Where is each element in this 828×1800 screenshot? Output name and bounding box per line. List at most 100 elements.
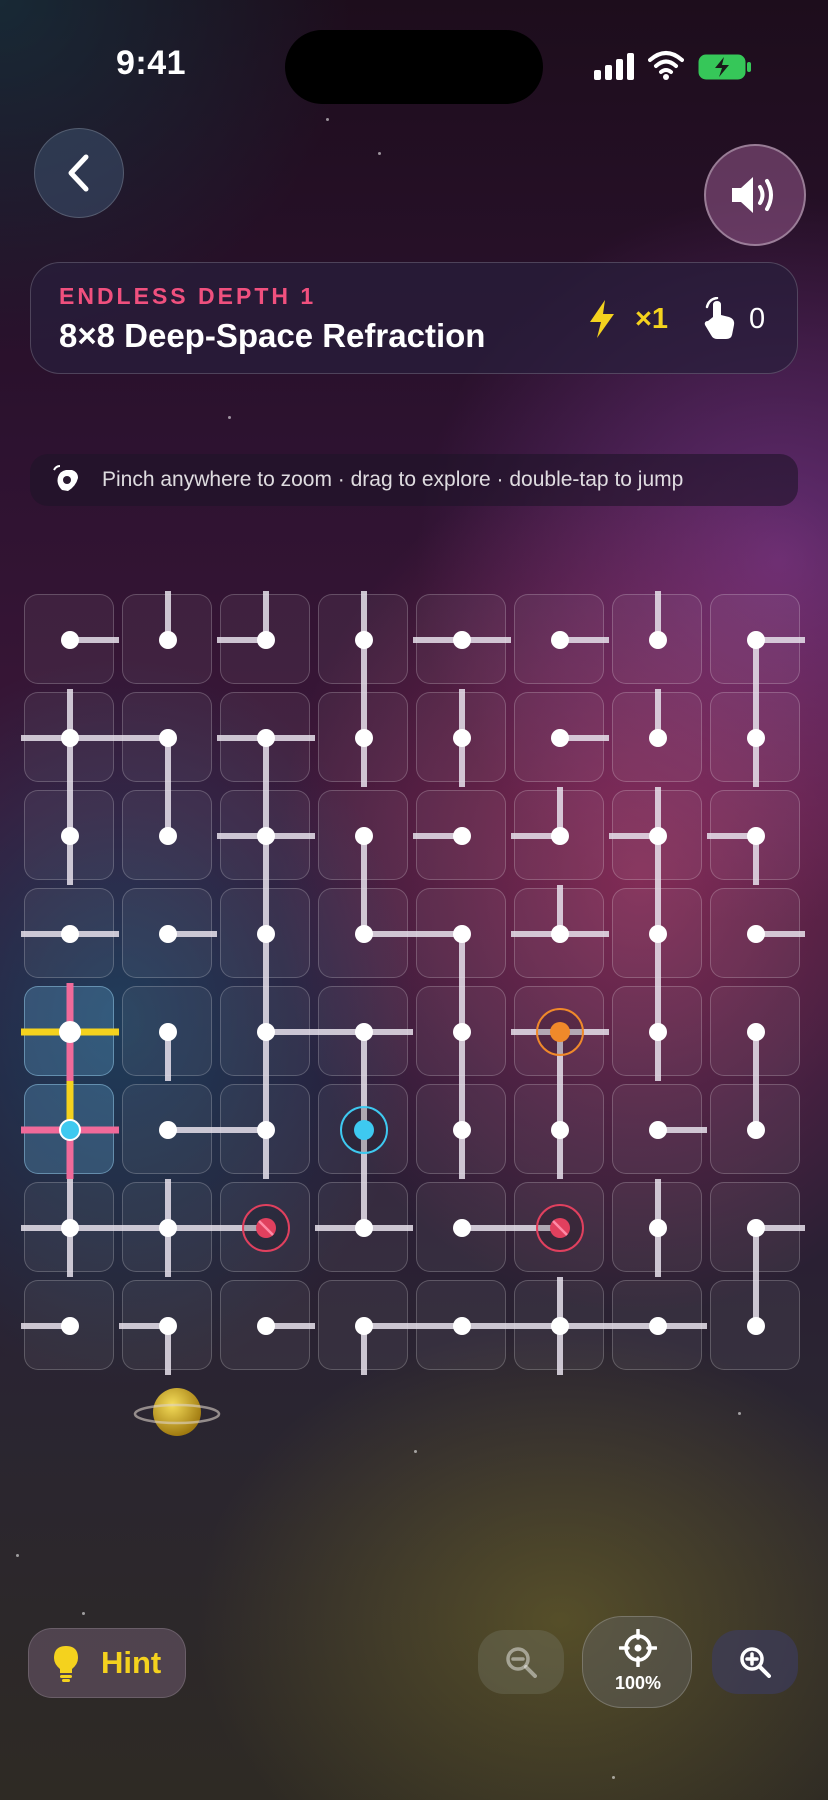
hint-button[interactable]: Hint: [28, 1628, 186, 1698]
pipe-tile[interactable]: [122, 888, 217, 978]
pipe-segments: [649, 983, 667, 1081]
pipe-segments: [747, 631, 805, 689]
pipe-tile[interactable]: [609, 1280, 707, 1370]
pipe-tile[interactable]: [318, 790, 408, 885]
zoom-in-button[interactable]: [712, 1630, 798, 1694]
pipe-tile[interactable]: [318, 689, 408, 787]
pipe-tile[interactable]: [413, 888, 506, 983]
pipe-tile[interactable]: [119, 1179, 217, 1277]
blocked-tile[interactable]: [217, 1182, 310, 1272]
pipe-segments: [21, 925, 119, 943]
pipe-segments: [453, 983, 471, 1081]
pipe-tile[interactable]: [220, 885, 310, 983]
pipe-tile[interactable]: [413, 790, 506, 880]
pipe-tile[interactable]: [612, 591, 702, 684]
star: [326, 118, 329, 121]
pipe-tile[interactable]: [21, 689, 119, 787]
pipe-tile[interactable]: [315, 1179, 413, 1272]
pipe-segments: [159, 787, 177, 845]
status-time: 9:41: [116, 44, 187, 82]
pipe-segments: [747, 1023, 765, 1081]
pipe-tile[interactable]: [416, 689, 506, 787]
pipe-tile[interactable]: [514, 692, 609, 782]
pipe-tile[interactable]: [612, 1084, 707, 1174]
pipe-tile[interactable]: [710, 1081, 800, 1174]
pipe-segments: [649, 689, 667, 747]
source-tile[interactable]: [511, 986, 609, 1081]
pipe-segments: [609, 1317, 707, 1335]
pipe-segments: [649, 591, 667, 649]
pipe-segments: [159, 1023, 177, 1081]
pipe-segments: [315, 1023, 413, 1081]
pipe-segments: [511, 1008, 609, 1081]
pipe-segments: [609, 787, 667, 885]
pipe-tile[interactable]: [122, 591, 212, 684]
pipe-tile[interactable]: [511, 1277, 609, 1375]
pipe-segments: [21, 983, 119, 1081]
pipe-tile[interactable]: [710, 986, 800, 1081]
pipe-segments: [355, 885, 413, 943]
pipe-segments: [551, 631, 609, 649]
pipe-segments: [707, 827, 765, 885]
source-tile[interactable]: [318, 1081, 408, 1179]
pipe-tile[interactable]: [217, 591, 310, 684]
pipe-tile[interactable]: [318, 885, 413, 978]
pipe-segments: [257, 1317, 315, 1335]
pipe-tile[interactable]: [119, 692, 212, 787]
pipe-tile[interactable]: [318, 1280, 413, 1375]
sound-toggle-button[interactable]: [704, 144, 806, 246]
pipe-tile[interactable]: [710, 594, 805, 689]
pipe-tile[interactable]: [514, 594, 609, 684]
pipe-tile[interactable]: [24, 594, 119, 684]
pipe-tile[interactable]: [21, 1179, 119, 1277]
blocked-tile[interactable]: [511, 1182, 604, 1272]
zoom-out-button[interactable]: [478, 1630, 564, 1694]
depth-label: ENDLESS DEPTH 1: [59, 283, 317, 309]
pipe-tile[interactable]: [710, 689, 800, 787]
pipe-tile[interactable]: [511, 885, 609, 978]
pipe-tile[interactable]: [217, 692, 315, 787]
pipe-tile[interactable]: [217, 787, 315, 885]
pipe-tile[interactable]: [612, 885, 702, 983]
pipe-tile[interactable]: [21, 983, 119, 1081]
pipe-tile[interactable]: [24, 787, 114, 885]
pipe-tile[interactable]: [612, 689, 702, 782]
pipe-tile[interactable]: [21, 1081, 119, 1179]
tap-hand-icon: [704, 297, 735, 339]
pipe-tile[interactable]: [612, 1179, 702, 1277]
pipe-tile[interactable]: [122, 1084, 217, 1174]
pipe-segments: [119, 1317, 177, 1375]
pipe-tile[interactable]: [413, 1280, 511, 1370]
pipe-segments: [159, 925, 217, 943]
dynamic-island: [285, 30, 543, 104]
star: [378, 152, 381, 155]
pipe-segments: [257, 885, 275, 983]
pipe-tile[interactable]: [220, 983, 315, 1081]
pipe-tile[interactable]: [21, 1280, 114, 1370]
recenter-button[interactable]: 100%: [582, 1616, 692, 1708]
pipe-tile[interactable]: [413, 594, 511, 684]
back-button[interactable]: [34, 128, 124, 218]
pipe-tile[interactable]: [710, 1277, 800, 1370]
pipe-tile[interactable]: [511, 787, 604, 880]
wifi-icon: [648, 51, 684, 80]
pipe-tile[interactable]: [220, 1280, 315, 1370]
pipe-tile[interactable]: [514, 1081, 604, 1179]
pipe-tile[interactable]: [21, 888, 119, 978]
pipe-tile[interactable]: [122, 986, 212, 1081]
pipe-tile[interactable]: [710, 888, 805, 978]
pipe-tile[interactable]: [416, 1081, 506, 1179]
pipe-tile[interactable]: [612, 983, 702, 1081]
pipe-tile[interactable]: [318, 591, 408, 689]
pipe-tile[interactable]: [707, 790, 800, 885]
pipe-segments: [413, 925, 471, 983]
pipe-tile[interactable]: [122, 787, 212, 880]
pipe-tile[interactable]: [416, 983, 506, 1081]
pipe-tile[interactable]: [710, 1182, 805, 1277]
pipe-tile[interactable]: [609, 787, 702, 885]
pipe-tile[interactable]: [416, 1182, 511, 1272]
pipe-segments: [649, 1121, 707, 1139]
pipe-tile[interactable]: [315, 986, 413, 1081]
pipe-tile[interactable]: [217, 1081, 310, 1179]
pipe-tile[interactable]: [119, 1280, 212, 1375]
